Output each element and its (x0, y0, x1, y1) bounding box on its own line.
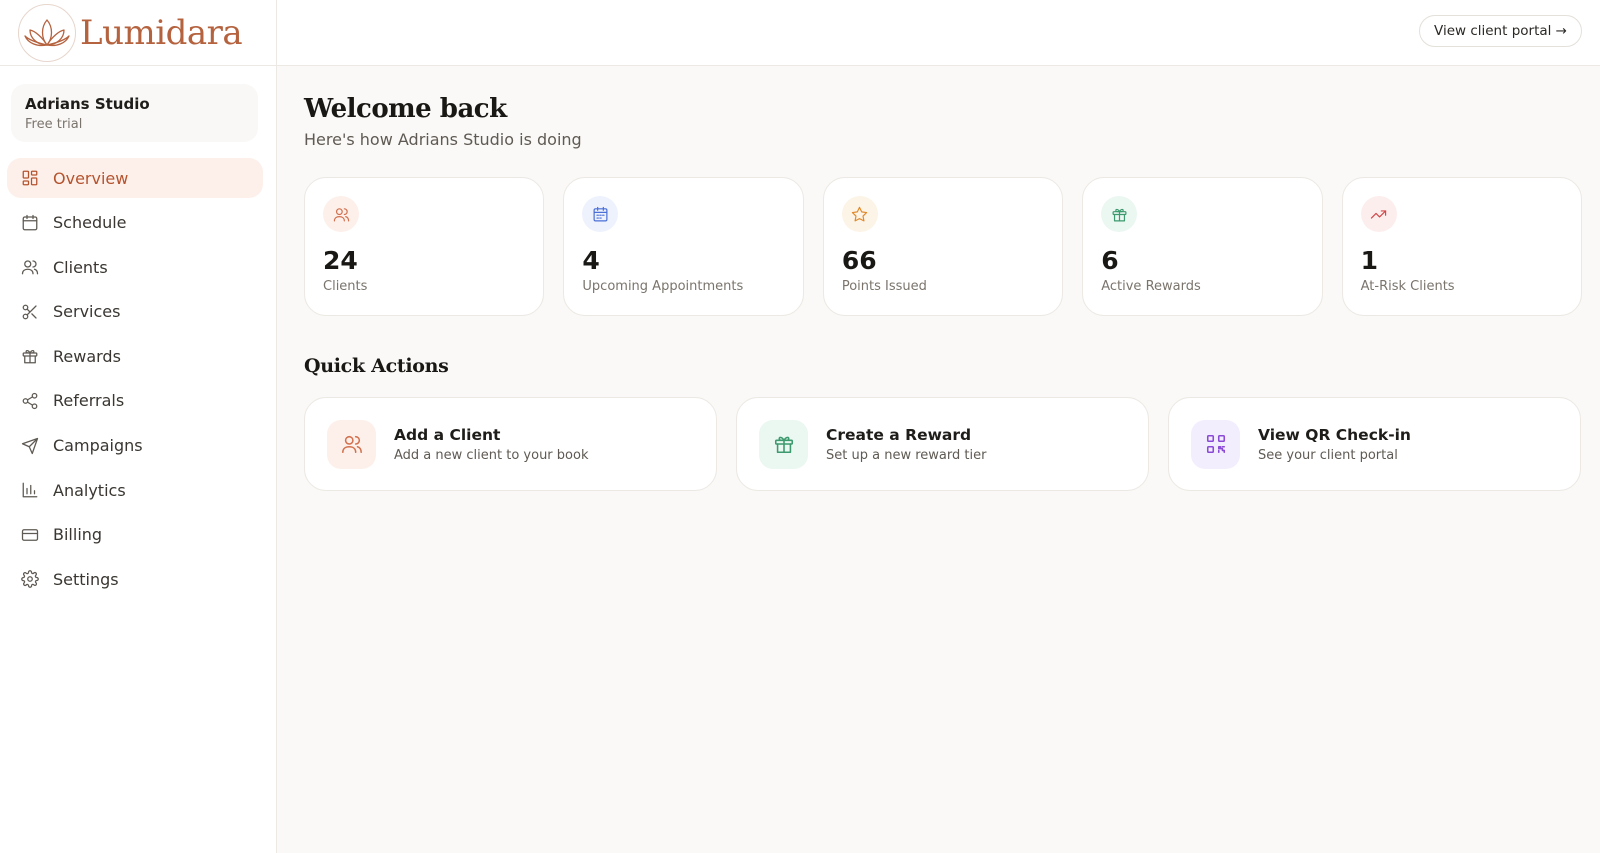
stat-value: 1 (1360, 246, 1379, 275)
sidebar-item-label: Settings (53, 569, 119, 589)
qr-code-icon (1191, 419, 1240, 469)
gift-icon (22, 350, 38, 364)
sidebar-item-label: Referrals (53, 391, 125, 411)
sidebar-item-analytics[interactable]: Analytics (7, 470, 263, 510)
stat-value: 4 (582, 246, 600, 275)
stat-label: Points Issued (841, 279, 927, 294)
action-title: Create a Reward (826, 425, 972, 444)
stat-value: 6 (1101, 246, 1119, 275)
studio-name: Adrians Studio (25, 95, 150, 113)
sidebar-item-services[interactable]: Services (7, 292, 263, 332)
sidebar-item-label: Analytics (53, 480, 126, 500)
studio-plan: Free trial (25, 117, 83, 132)
sidebar-item-overview[interactable]: Overview (7, 158, 263, 198)
stat-label: At-Risk Clients (1360, 279, 1455, 294)
brand-name: Lumidara (80, 12, 243, 53)
lotus-logo-icon (18, 3, 76, 62)
sidebar-item-label: Services (53, 302, 121, 322)
action-subtitle: See your client portal (1258, 447, 1398, 463)
stats-row: 24 Clients 4 Upcoming Appointments 66 Po… (304, 177, 1583, 316)
view-qr-checkin-action[interactable]: View QR Check-in See your client portal (1168, 397, 1581, 491)
stat-card-rewards: 6 Active Rewards (1082, 177, 1323, 316)
sidebar: Lumidara Adrians Studio Free trial Overv… (0, 0, 277, 853)
action-subtitle: Set up a new reward tier (826, 447, 987, 463)
studio-switcher[interactable]: Adrians Studio Free trial (11, 84, 258, 142)
main-content: Welcome back Here's how Adrians Studio i… (304, 66, 1583, 491)
stat-card-appointments: 4 Upcoming Appointments (563, 177, 804, 316)
add-client-action[interactable]: Add a Client Add a new client to your bo… (304, 397, 717, 491)
sidebar-item-label: Campaigns (53, 436, 143, 456)
stat-value: 66 (841, 246, 877, 275)
sidebar-item-label: Overview (53, 168, 129, 188)
stat-label: Active Rewards (1101, 279, 1201, 294)
credit-card-icon (21, 528, 39, 541)
users-icon (327, 419, 376, 469)
sidebar-item-schedule[interactable]: Schedule (7, 203, 263, 243)
action-title: Add a Client (394, 425, 501, 444)
action-title: View QR Check-in (1258, 425, 1411, 444)
stat-card-clients: 24 Clients (304, 177, 545, 316)
calendar-icon (582, 196, 619, 232)
sidebar-item-referrals[interactable]: Referrals (7, 381, 263, 421)
sidebar-item-clients[interactable]: Clients (7, 247, 263, 287)
sidebar-item-campaigns[interactable]: Campaigns (7, 426, 263, 466)
trending-up-icon (1360, 196, 1397, 232)
stat-value: 24 (323, 246, 358, 275)
create-reward-action[interactable]: Create a Reward Set up a new reward tier (736, 397, 1149, 491)
users-icon (21, 260, 39, 275)
view-client-portal-button[interactable]: View client portal → (1419, 15, 1582, 47)
gear-icon (21, 570, 39, 589)
gift-icon (759, 419, 808, 469)
sidebar-item-billing[interactable]: Billing (7, 515, 263, 555)
share-icon (22, 392, 38, 410)
stat-card-points: 66 Points Issued (822, 177, 1064, 316)
quick-actions-title: Quick Actions (304, 355, 449, 377)
page-title: Welcome back (304, 94, 507, 124)
stat-card-at-risk: 1 At-Risk Clients (1341, 177, 1583, 316)
sidebar-item-label: Schedule (53, 213, 127, 233)
brand-logo[interactable]: Lumidara (0, 0, 276, 66)
action-subtitle: Add a new client to your book (394, 447, 589, 463)
page-subtitle: Here's how Adrians Studio is doing (304, 130, 582, 149)
sidebar-item-label: Billing (53, 525, 103, 545)
star-icon (841, 196, 878, 232)
stat-label: Clients (323, 279, 368, 294)
calendar-icon (22, 214, 38, 230)
sidebar-item-rewards[interactable]: Rewards (7, 336, 263, 376)
top-bar: View client portal → (277, 0, 1600, 66)
sidebar-item-settings[interactable]: Settings (7, 559, 263, 599)
quick-actions: Add a Client Add a new client to your bo… (304, 397, 1582, 491)
sidebar-nav: Overview Schedule Clients Services Rewar… (0, 158, 276, 599)
bar-chart-icon (22, 482, 38, 498)
sidebar-item-label: Rewards (53, 346, 121, 366)
send-icon (21, 437, 39, 454)
sidebar-item-label: Clients (53, 257, 108, 277)
users-icon (323, 196, 359, 232)
stat-label: Upcoming Appointments (582, 279, 744, 294)
scissors-icon (22, 304, 37, 320)
gift-icon (1101, 196, 1138, 232)
grid-icon (22, 170, 38, 186)
